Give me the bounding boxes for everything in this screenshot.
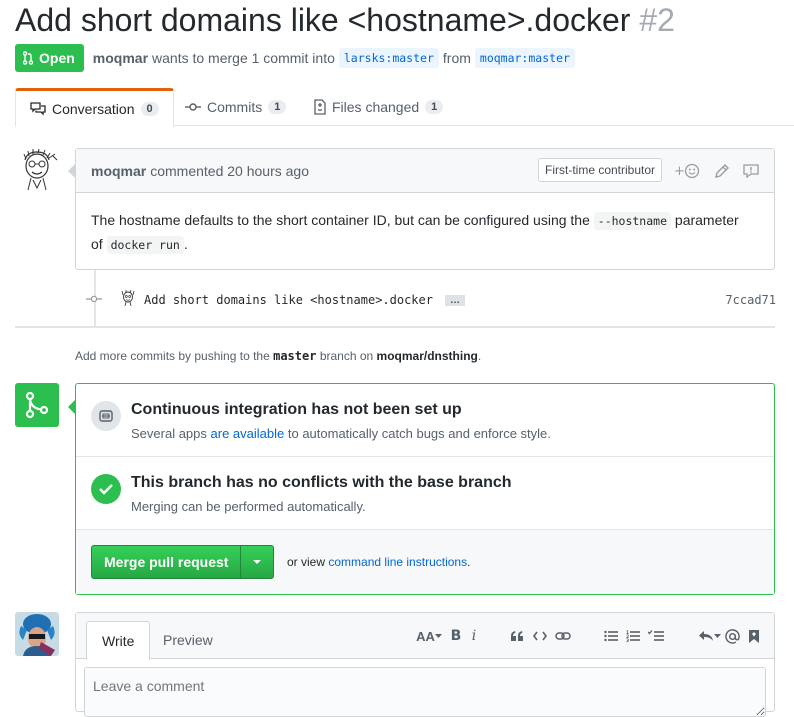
comment-body: The hostname defaults to the short conta… [76,193,774,273]
check-icon [91,474,121,504]
comment-author[interactable]: moqmar [91,163,146,179]
merge-method-dropdown[interactable] [241,545,275,579]
hint-text: . [477,349,482,363]
pr-title-text: Add short domains like <hostname>.docker [15,2,631,38]
link-icon[interactable] [554,627,572,645]
timeline-commit: Add short domains like <hostname>.docker… [86,290,776,310]
timeline-divider [15,326,775,328]
quote-icon[interactable] [509,627,525,645]
tab-counter: 1 [425,100,444,114]
merge-status-icon [15,383,59,427]
tab-label: Conversation [52,100,135,117]
commit-sha-link[interactable]: 7ccad71 [725,293,776,307]
tab-counter: 1 [268,100,287,114]
author-link[interactable]: moqmar [93,50,148,66]
hint-text: Add more commits by pushing to the [75,349,270,363]
comment-text: The hostname defaults to the short conta… [91,212,590,228]
bulleted-list-icon[interactable] [603,627,619,645]
state-badge: Open [15,44,84,72]
or-view-text: . [467,555,471,569]
or-view-text: or view [287,555,326,569]
state-label: Open [39,50,75,66]
svg-text:3: 3 [626,638,629,642]
head-ref[interactable]: moqmar:master [474,48,575,68]
report-icon[interactable] [742,162,760,180]
bookmark-icon[interactable] [747,627,761,645]
hint-branch: master [273,349,317,363]
tab-counter: 0 [140,101,159,116]
merge-action-section: Merge pull request or view command line … [76,530,774,594]
tab-label: Files changed [332,99,420,115]
comment-timestamp[interactable]: commented 20 hours ago [150,163,309,179]
comment-header: moqmar commented 20 hours ago First-time… [76,149,774,193]
ci-section: Continuous integration has not been set … [76,384,774,457]
tab-label: Commits [207,99,263,115]
commit-author-avatar[interactable] [120,290,136,306]
cli-hint: or view command line instructions. [287,555,470,569]
tab-preview[interactable]: Preview [148,621,228,659]
push-hint: Add more commits by pushing to the maste… [75,349,481,363]
pr-number: #2 [639,2,675,38]
comment-textarea[interactable] [84,667,766,717]
mention-icon[interactable] [724,627,740,645]
conflict-title: This branch has no conflicts with the ba… [131,474,512,491]
current-user-avatar[interactable] [15,612,59,656]
hint-text: branch on [319,349,374,363]
ci-text: to automatically catch bugs and enforce … [287,426,551,441]
comment-text: parameter [674,212,739,228]
comment-box: moqmar commented 20 hours ago First-time… [68,148,775,273]
heading-icon: AA [416,628,435,644]
inline-code: docker run [106,236,184,254]
base-ref[interactable]: larsks:master [338,48,439,68]
italic-tool[interactable]: i [470,627,478,645]
pr-title: Add short domains like <hostname>.docker… [15,2,675,39]
comment-text: . [183,236,188,252]
ci-title: Continuous integration has not been set … [131,401,462,418]
author-avatar[interactable] [15,148,59,192]
tab-files-changed[interactable]: Files changed 1 [314,88,444,126]
tab-commits[interactable]: Commits 1 [185,88,287,126]
code-icon[interactable] [532,627,548,645]
heading-tool[interactable]: AA [416,627,442,645]
git-commit-icon [185,103,201,111]
ci-text: Several apps [131,426,207,441]
ci-subtitle: Several apps are available to automatica… [131,426,551,441]
commit-message-link[interactable]: Add short domains like <hostname>.docker [144,293,433,307]
from-text: from [442,50,471,66]
merge-button-group: Merge pull request [91,545,275,579]
task-list-icon[interactable] [647,627,665,645]
apps-available-link[interactable]: are available [211,426,285,441]
first-time-contributor-badge: First-time contributor [538,158,663,182]
merge-pull-request-button[interactable]: Merge pull request [91,545,242,579]
tab-write[interactable]: Write [86,621,151,660]
add-reaction-icon[interactable]: + [674,162,702,180]
numbered-list-icon[interactable]: 123 [625,627,641,645]
triangle-down-icon [253,560,262,564]
ci-icon [91,401,121,431]
comment-toolbar: Write Preview AA B i 123 [76,613,774,660]
pr-tabs: Conversation 0 Commits 1 Files changed 1 [15,88,794,127]
conflict-subtitle: Merging can be performed automatically. [131,499,366,514]
git-commit-icon [86,293,102,307]
new-comment-box: Write Preview AA B i 123 [75,612,775,717]
comment-discussion-icon [30,101,46,116]
svg-text:+: + [674,164,685,179]
bold-tool[interactable]: B [450,627,462,645]
inline-code: --hostname [593,212,672,230]
pr-open-icon [23,51,33,65]
command-line-instructions-link[interactable]: command line instructions [328,555,467,569]
hint-repo: moqmar/dnsthing [376,349,478,363]
merge-box: Continuous integration has not been set … [68,383,775,595]
tab-conversation[interactable]: Conversation 0 [15,88,174,127]
commit-expand-button[interactable]: … [444,294,465,306]
file-diff-icon [314,99,326,115]
meta-text: wants to merge 1 commit into [152,50,335,66]
comment-text: of [91,236,103,252]
conflict-section: This branch has no conflicts with the ba… [76,457,774,530]
reply-icon[interactable] [696,627,722,645]
edit-pencil-icon[interactable] [713,162,731,180]
pr-meta: Open moqmar wants to merge 1 commit into… [15,44,575,72]
git-merge-icon [25,391,49,419]
